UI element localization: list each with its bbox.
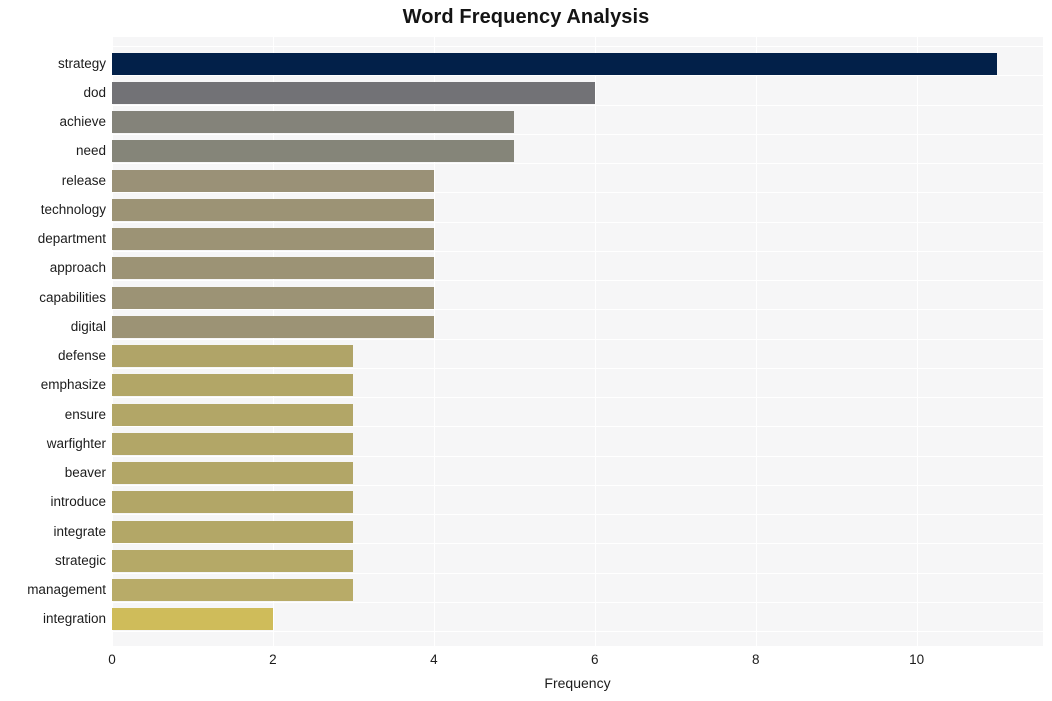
bar — [112, 286, 434, 309]
y-tick-label: technology — [40, 201, 106, 217]
chart-title: Word Frequency Analysis — [402, 6, 650, 28]
bar — [112, 579, 354, 602]
gridline-vertical — [755, 37, 757, 646]
bar — [112, 608, 273, 631]
y-tick-label: ensure — [64, 406, 106, 422]
x-tick-label: 8 — [751, 652, 760, 667]
y-tick-label: introduce — [50, 494, 106, 510]
gridline-horizontal — [112, 543, 1043, 545]
y-tick-label: capabilities — [39, 289, 106, 305]
gridline-horizontal — [112, 484, 1043, 486]
gridline-horizontal — [112, 572, 1043, 574]
gridline-horizontal — [112, 75, 1043, 77]
bar — [112, 52, 998, 75]
gridline-horizontal — [112, 426, 1043, 428]
bar — [112, 345, 354, 368]
y-axis-tick-labels: strategy dod achieve need release technology d… — [0, 37, 106, 646]
bar — [112, 198, 434, 221]
bar — [112, 403, 354, 426]
bar — [112, 549, 354, 572]
x-axis-tick-labels: 0 2 4 6 8 10 — [108, 646, 1043, 674]
y-tick-label: management — [27, 582, 106, 598]
gridline-horizontal — [112, 367, 1043, 369]
y-tick-label: emphasize — [40, 377, 106, 393]
plot-area — [112, 37, 1043, 646]
gridline-horizontal — [112, 631, 1043, 632]
bar — [112, 111, 515, 134]
bar — [112, 432, 354, 455]
bar — [112, 228, 434, 251]
x-tick-label: 4 — [430, 652, 438, 667]
gridline-horizontal — [112, 338, 1043, 340]
y-tick-label: digital — [70, 318, 106, 334]
bar — [112, 315, 434, 338]
gridline-horizontal — [112, 309, 1043, 311]
y-tick-label: approach — [49, 260, 106, 276]
word-frequency-bar-chart: Word Frequency Analysis strategy dod achie… — [0, 0, 1052, 701]
y-tick-label: integration — [42, 611, 106, 627]
bar — [112, 169, 434, 192]
bar — [112, 374, 354, 397]
gridline-horizontal — [112, 104, 1043, 106]
x-tick-label: 6 — [591, 652, 599, 667]
y-tick-label: department — [37, 231, 106, 247]
y-tick-label: strategy — [57, 55, 106, 71]
bar — [112, 520, 354, 543]
gridline-horizontal — [112, 221, 1043, 223]
y-tick-label: achieve — [59, 114, 106, 130]
y-tick-label: need — [75, 143, 106, 159]
x-tick-label: 2 — [269, 652, 277, 667]
y-tick-label: strategic — [54, 552, 106, 568]
gridline-horizontal — [112, 601, 1043, 603]
bar — [112, 491, 354, 514]
gridline-horizontal — [112, 514, 1043, 515]
gridline-horizontal — [112, 46, 1043, 47]
gridline-horizontal — [112, 163, 1043, 164]
y-tick-label: defense — [57, 348, 106, 364]
gridline-horizontal — [112, 397, 1043, 398]
x-axis-label: Frequency — [544, 675, 611, 691]
bar — [112, 140, 515, 163]
gridline-horizontal — [112, 192, 1043, 194]
bar — [112, 257, 434, 280]
gridline-horizontal — [112, 455, 1043, 457]
gridline-horizontal — [112, 280, 1043, 281]
gridline-horizontal — [112, 133, 1043, 135]
y-tick-label: release — [61, 172, 106, 188]
gridline-vertical — [916, 37, 918, 646]
x-tick-label: 0 — [108, 652, 116, 667]
y-tick-label: warfighter — [46, 435, 106, 451]
x-tick-label: 10 — [909, 652, 925, 667]
y-tick-label: dod — [83, 84, 106, 100]
y-tick-label: integrate — [53, 523, 106, 539]
gridline-horizontal — [112, 250, 1043, 252]
bar — [112, 462, 354, 485]
bar — [112, 81, 595, 104]
gridline-vertical — [594, 37, 596, 646]
y-tick-label: beaver — [64, 465, 106, 481]
